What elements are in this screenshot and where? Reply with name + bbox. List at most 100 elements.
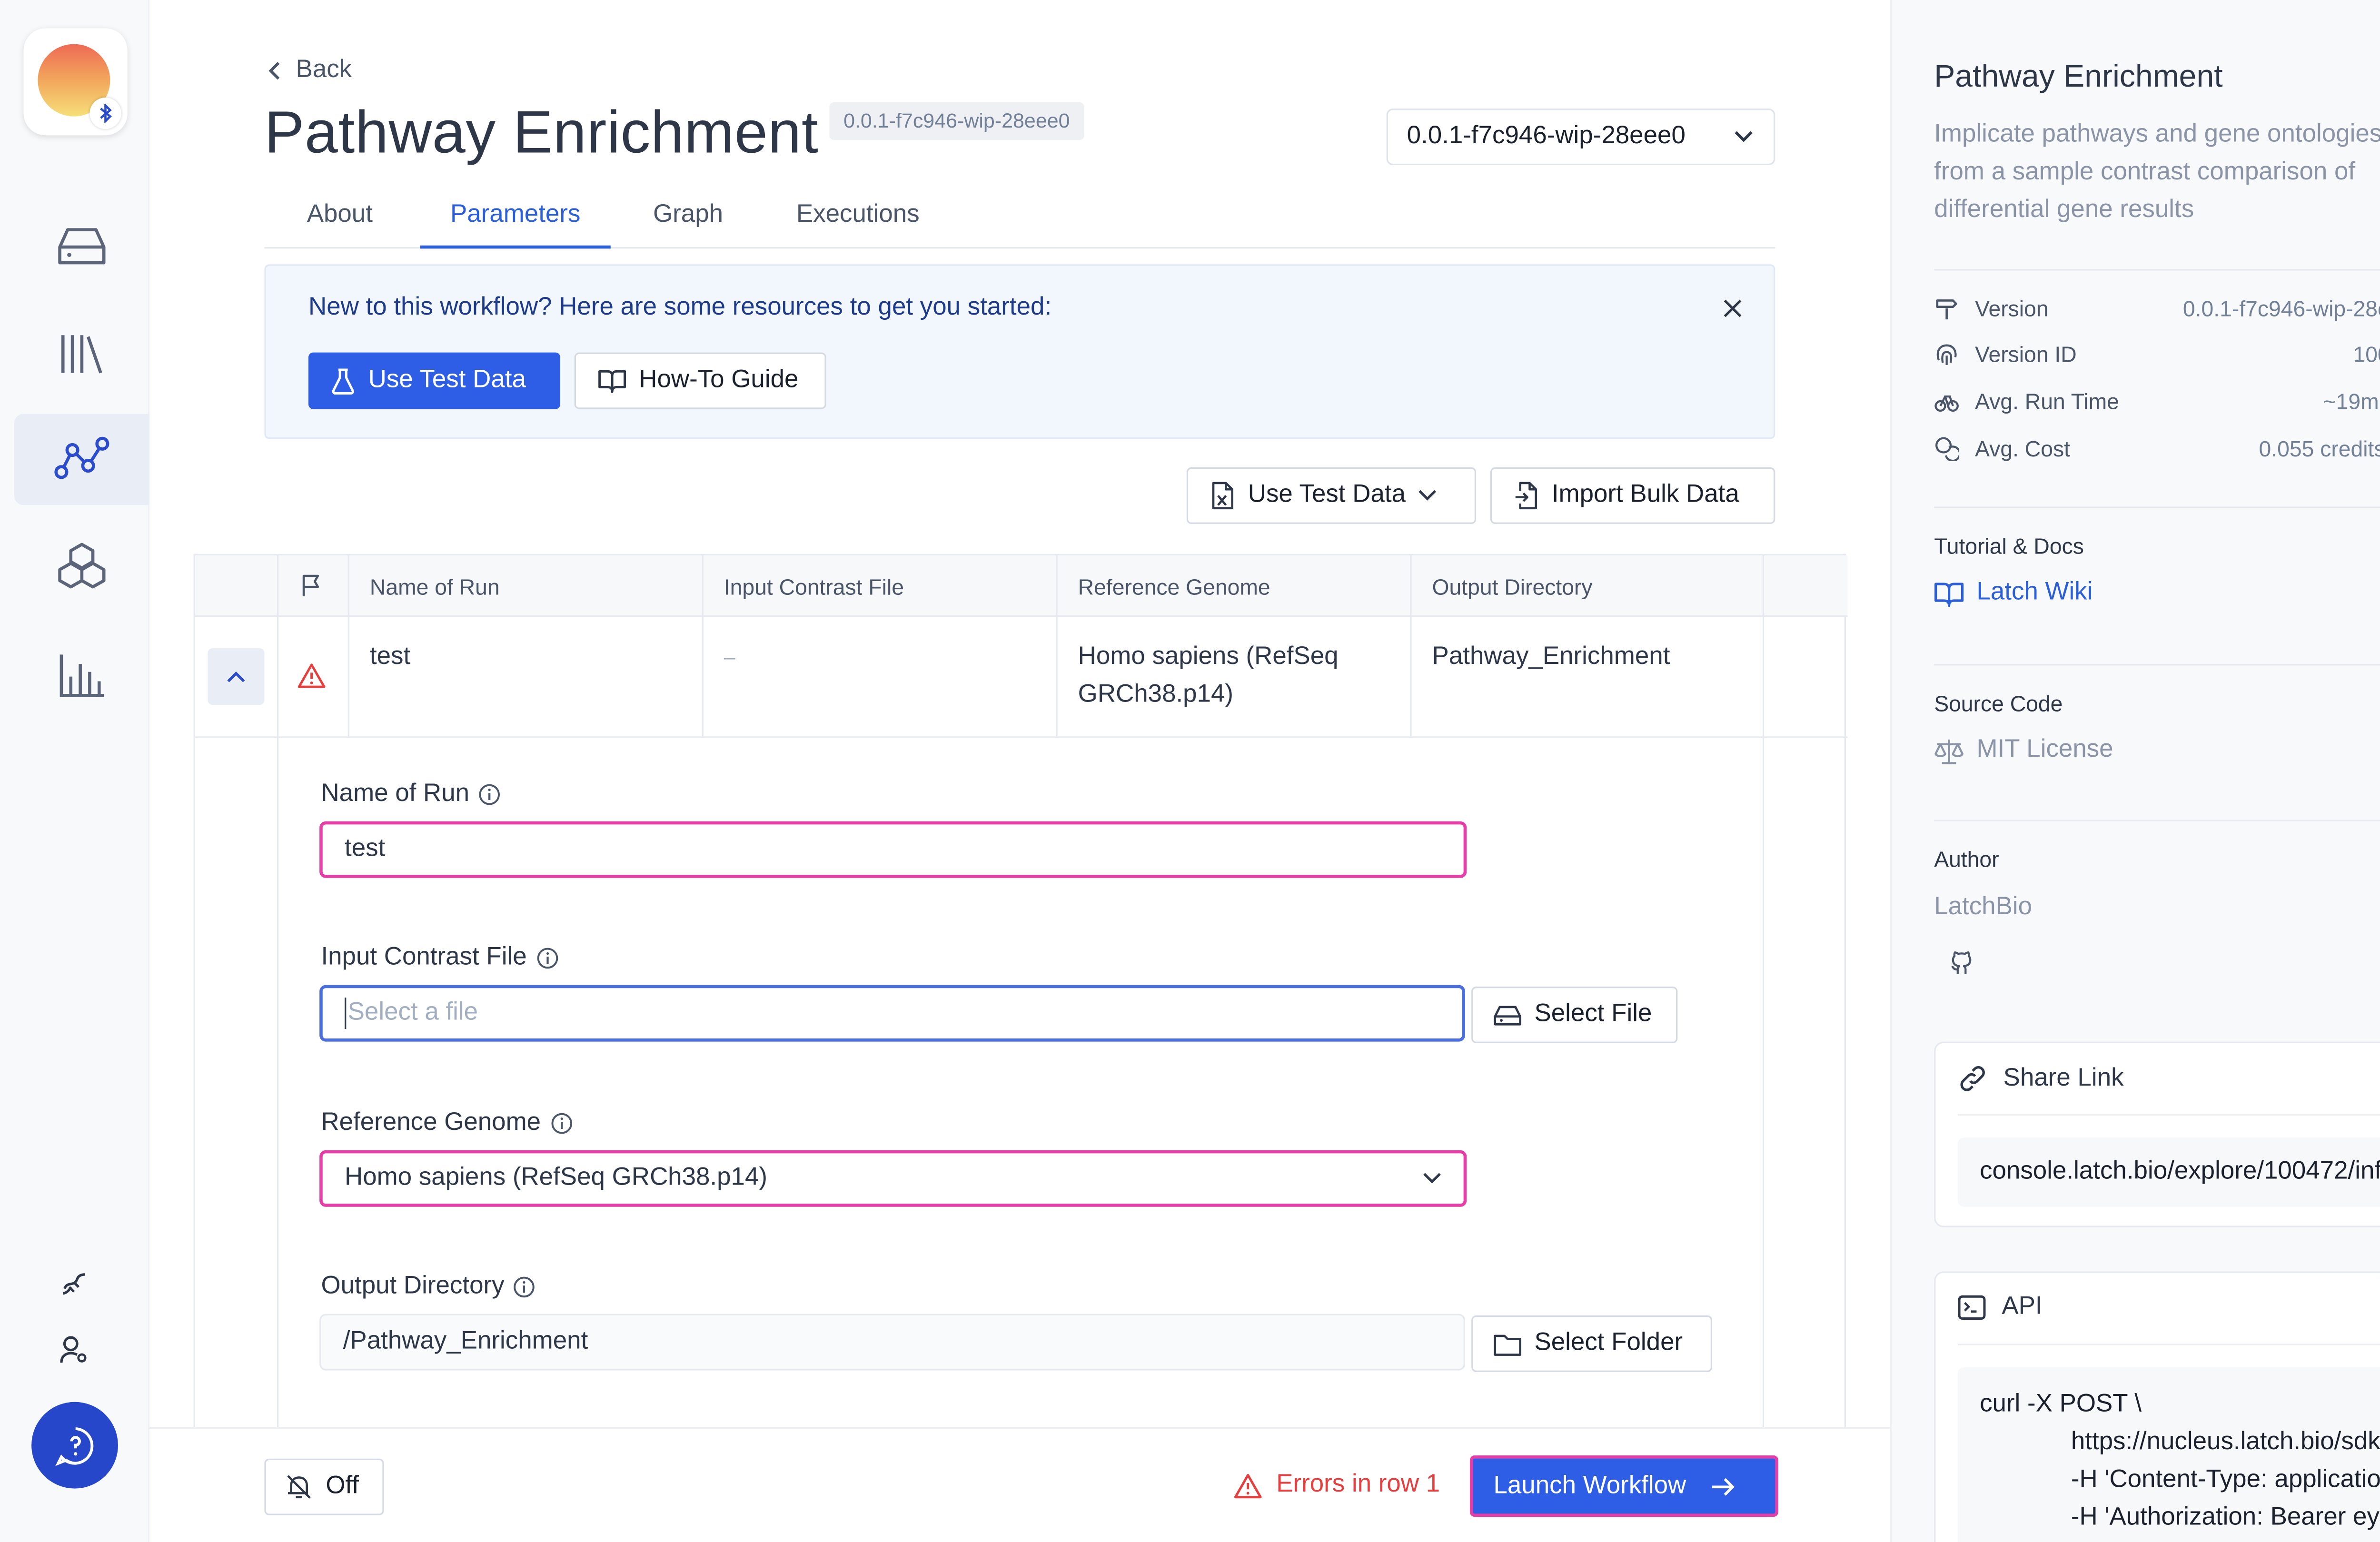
input-contrast-placeholder: Select a file: [347, 999, 478, 1026]
errors-indicator[interactable]: Errors in row 1: [1234, 1471, 1440, 1500]
cell-reference-genome[interactable]: Homo sapiens (RefSeq GRCh38.p14): [1078, 639, 1339, 714]
author-heading: Author: [1934, 846, 1999, 872]
nav-plots[interactable]: [14, 629, 149, 721]
divider: [1410, 555, 1412, 737]
name-of-run-input[interactable]: test: [319, 821, 1467, 878]
latch-wiki-label: Latch Wiki: [1976, 579, 2093, 606]
input-contrast-file-input[interactable]: Select a file: [319, 985, 1465, 1042]
nav-registry[interactable]: [14, 521, 149, 612]
tab-parameters[interactable]: Parameters: [420, 201, 611, 249]
banner-use-test-data-button[interactable]: Use Test Data: [308, 352, 560, 409]
meta-version-id: Version ID 100472: [1934, 337, 2380, 372]
nav-library[interactable]: [14, 308, 149, 400]
column-header-output-directory[interactable]: Output Directory: [1432, 574, 1593, 600]
output-directory-label: Output Directory: [321, 1273, 536, 1302]
select-folder-button[interactable]: Select Folder: [1471, 1315, 1713, 1372]
help-button[interactable]: [31, 1402, 118, 1489]
output-directory-input[interactable]: /Pathway_Enrichment: [319, 1314, 1465, 1371]
meta-avg-run-time-label: Avg. Run Time: [1975, 388, 2119, 414]
signpost-icon: [1934, 296, 1963, 321]
latch-wiki-link[interactable]: Latch Wiki: [1934, 579, 2092, 608]
column-header-reference-genome[interactable]: Reference Genome: [1078, 574, 1270, 600]
table-header: Name of Run Input Contrast File Referenc…: [195, 555, 1848, 617]
reference-genome-value: Homo sapiens (RefSeq GRCh38.p14): [345, 1164, 767, 1191]
notifications-toggle-button[interactable]: Off: [264, 1458, 384, 1515]
cell-genome-line1: Homo sapiens (RefSeq: [1078, 643, 1339, 671]
import-bulk-data-button[interactable]: Import Bulk Data: [1490, 467, 1775, 524]
meta-version: Version 0.0.1-f7c946-wip-28eee0: [1934, 291, 2380, 326]
left-nav: [0, 0, 150, 1542]
fingerprint-icon: [1934, 341, 1963, 366]
getting-started-banner: New to this workflow? Here are some reso…: [264, 264, 1775, 439]
version-select[interactable]: 0.0.1-f7c946-wip-28eee0: [1386, 109, 1775, 166]
flask-icon: [330, 366, 356, 395]
github-icon[interactable]: [1948, 949, 1975, 976]
divider: [1934, 820, 2380, 821]
select-file-label: Select File: [1534, 1000, 1652, 1028]
meta-version-id-label: Version ID: [1975, 341, 2077, 367]
arrow-right-icon: [1711, 1475, 1736, 1497]
meta-avg-cost-label: Avg. Cost: [1975, 435, 2070, 461]
tab-executions[interactable]: Executions: [796, 201, 920, 248]
input-contrast-label: Input Contrast File: [321, 944, 558, 973]
input-contrast-label-text: Input Contrast File: [321, 944, 527, 971]
scale-icon: [1934, 737, 1964, 764]
api-line: -H 'Content-Type: application/json' \: [2071, 1466, 2380, 1493]
api-line: https://nucleus.latch.bio/sdk/wf: [2071, 1428, 2380, 1456]
chain-icon[interactable]: [58, 1268, 89, 1300]
license-link[interactable]: MIT License: [1934, 736, 2113, 765]
use-test-data-dropdown[interactable]: Use Test Data: [1186, 467, 1477, 524]
collapse-row-button[interactable]: [208, 648, 265, 705]
column-header-name[interactable]: Name of Run: [370, 574, 500, 600]
cell-input-contrast[interactable]: –: [724, 639, 735, 676]
account-icon[interactable]: [58, 1334, 89, 1366]
output-directory-label-text: Output Directory: [321, 1273, 505, 1300]
api-code-block[interactable]: curl -X POST \ https://nucleus.latch.bio…: [1957, 1367, 2380, 1542]
close-icon: [1722, 297, 1744, 319]
column-header-input-contrast[interactable]: Input Contrast File: [724, 574, 904, 600]
api-heading: API: [2002, 1293, 2043, 1320]
tutorial-heading: Tutorial & Docs: [1934, 533, 2084, 559]
close-banner-button[interactable]: [1722, 297, 1744, 319]
divider: [347, 555, 349, 737]
launch-workflow-button[interactable]: Launch Workflow: [1469, 1455, 1778, 1517]
share-link-field[interactable]: console.latch.bio/explore/100472/info: [1957, 1137, 2380, 1207]
info-icon[interactable]: [514, 1276, 536, 1298]
divider: [1762, 555, 1765, 1437]
name-of-run-label-text: Name of Run: [321, 780, 470, 808]
meta-avg-run-time: Avg. Run Time ~19m 2.9s: [1934, 384, 2380, 419]
meta-version-id-value: 100472: [2353, 341, 2380, 367]
banner-use-test-data-label: Use Test Data: [368, 366, 526, 394]
nav-storage[interactable]: [14, 200, 149, 291]
reference-genome-label: Reference Genome: [321, 1109, 572, 1138]
info-icon[interactable]: [536, 947, 558, 969]
chevron-down-icon: [1733, 129, 1755, 145]
runs-table: Name of Run Input Contrast File Referenc…: [193, 554, 1848, 1437]
bluetooth-icon: [89, 97, 121, 129]
help-icon: [54, 1425, 95, 1466]
terminal-icon: [1958, 1295, 1986, 1320]
info-icon[interactable]: [550, 1112, 572, 1134]
back-link[interactable]: Back: [268, 57, 352, 85]
tab-graph[interactable]: Graph: [653, 201, 723, 248]
app-logo[interactable]: [23, 28, 128, 136]
divider: [195, 736, 1848, 738]
divider: [1957, 1114, 2380, 1116]
select-file-button[interactable]: Select File: [1471, 986, 1678, 1043]
notifications-label: Off: [326, 1473, 359, 1500]
nav-workflows[interactable]: [14, 414, 150, 505]
back-label: Back: [296, 57, 352, 84]
reference-genome-select[interactable]: Homo sapiens (RefSeq GRCh38.p14): [319, 1150, 1467, 1207]
source-code-heading: Source Code: [1934, 691, 2063, 716]
tab-about[interactable]: About: [307, 201, 373, 248]
share-link-url: console.latch.bio/explore/100472/info: [1980, 1158, 2380, 1185]
cell-output-directory[interactable]: Pathway_Enrichment: [1432, 639, 1670, 676]
meta-version-value: 0.0.1-f7c946-wip-28eee0: [2182, 296, 2380, 321]
cell-run-name[interactable]: test: [370, 639, 410, 676]
info-icon[interactable]: [479, 783, 501, 805]
meta-avg-run-time-value: ~19m 2.9s: [2323, 388, 2380, 414]
divider: [1934, 664, 2380, 666]
how-to-guide-label: How-To Guide: [639, 366, 799, 394]
banner-text: New to this workflow? Here are some reso…: [308, 294, 1052, 321]
how-to-guide-button[interactable]: How-To Guide: [574, 352, 826, 409]
